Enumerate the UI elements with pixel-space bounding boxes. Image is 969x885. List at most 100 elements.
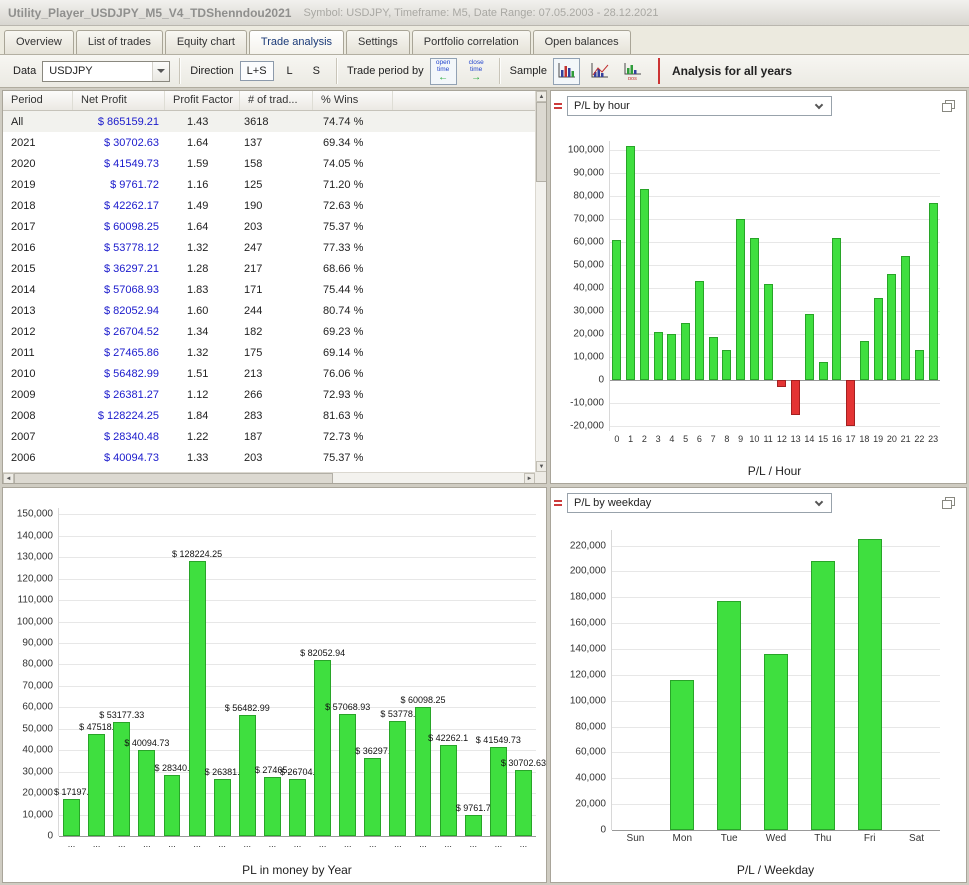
horizontal-scroll-thumb[interactable] xyxy=(14,473,333,484)
column-header-net-profit[interactable]: Net Profit xyxy=(73,91,165,110)
sample-chart-icon-2[interactable] xyxy=(586,58,613,85)
table-row-2010[interactable]: 2010$ 56482.991.5121376.06 % xyxy=(3,363,535,384)
pl-by-year-bar-16[interactable] xyxy=(465,815,482,836)
table-row-2016[interactable]: 2016$ 53778.121.3224777.33 % xyxy=(3,237,535,258)
copy-chart-button[interactable] xyxy=(938,494,958,512)
data-symbol-select[interactable]: USDJPY xyxy=(42,61,170,82)
pl-by-hour-bar-2[interactable] xyxy=(640,189,649,380)
pl-by-hour-bar-0[interactable] xyxy=(612,240,621,380)
pl-by-year-bar-5[interactable] xyxy=(189,561,206,836)
table-row-2014[interactable]: 2014$ 57068.931.8317175.44 % xyxy=(3,279,535,300)
pl-by-hour-bar-21[interactable] xyxy=(901,256,910,380)
column-header-period[interactable]: Period xyxy=(3,91,73,110)
pl-by-weekday-bar-2[interactable] xyxy=(717,601,741,830)
pl-by-hour-bar-12[interactable] xyxy=(777,380,786,387)
pl-by-year-bar-13[interactable] xyxy=(389,721,406,836)
open-time-button[interactable]: open time ← xyxy=(430,58,457,85)
table-vertical-scrollbar[interactable]: ▲ ▼ xyxy=(535,91,546,472)
table-row-2015[interactable]: 2015$ 36297.211.2821768.66 % xyxy=(3,258,535,279)
pl-by-hour-bar-3[interactable] xyxy=(654,332,663,380)
pl-by-year-bar-12[interactable] xyxy=(364,758,381,836)
table-row-2018[interactable]: 2018$ 42262.171.4919072.63 % xyxy=(3,195,535,216)
pl-by-hour-bar-20[interactable] xyxy=(887,274,896,380)
pl-by-hour-bar-10[interactable] xyxy=(750,238,759,381)
pl-by-hour-bar-5[interactable] xyxy=(681,323,690,381)
tab-list-of-trades[interactable]: List of trades xyxy=(76,30,163,54)
table-row-all[interactable]: All$ 865159.211.43361874.74 % xyxy=(3,111,535,132)
close-time-button[interactable]: close time → xyxy=(463,58,490,85)
pl-by-hour-bar-19[interactable] xyxy=(874,298,883,381)
direction-long-button[interactable]: L xyxy=(280,61,300,81)
pl-by-hour-bar-4[interactable] xyxy=(667,334,676,380)
direction-short-button[interactable]: S xyxy=(306,61,327,81)
sample-chart-icon-3[interactable]: pos xyxy=(619,58,646,85)
tab-overview[interactable]: Overview xyxy=(4,30,74,54)
table-row-2008[interactable]: 2008$ 128224.251.8428381.63 % xyxy=(3,405,535,426)
combo-arrow-button[interactable] xyxy=(152,62,169,81)
table-row-2006[interactable]: 2006$ 40094.731.3320375.37 % xyxy=(3,447,535,468)
pl-by-weekday-bar-3[interactable] xyxy=(764,654,788,830)
pl-by-hour-bar-16[interactable] xyxy=(832,238,841,381)
pl-by-hour-bar-8[interactable] xyxy=(722,350,731,380)
pl-by-year-bar-8[interactable] xyxy=(264,777,281,836)
tab-portfolio-correlation[interactable]: Portfolio correlation xyxy=(412,30,531,54)
pl-by-hour-bar-9[interactable] xyxy=(736,219,745,380)
pl-by-year-bar-6[interactable] xyxy=(214,779,231,836)
table-row-2007[interactable]: 2007$ 28340.481.2218772.73 % xyxy=(3,426,535,447)
pl-by-year-bar-7[interactable] xyxy=(239,715,256,836)
tab-trade-analysis[interactable]: Trade analysis xyxy=(249,30,344,54)
table-cell: 2013 xyxy=(3,305,73,317)
pl-by-hour-bar-6[interactable] xyxy=(695,281,704,380)
pl-by-year-bar-1[interactable] xyxy=(88,734,105,836)
scroll-up-button[interactable]: ▲ xyxy=(536,91,547,102)
pl-by-hour-bar-14[interactable] xyxy=(805,314,814,381)
pl-by-year-bar-11[interactable] xyxy=(339,714,356,836)
tab-equity-chart[interactable]: Equity chart xyxy=(165,30,247,54)
pl-by-weekday-bar-1[interactable] xyxy=(670,680,694,830)
pl-by-year-bar-10[interactable] xyxy=(314,660,331,836)
pl-by-year-bar-15[interactable] xyxy=(440,745,457,836)
pl-by-hour-bar-1[interactable] xyxy=(626,146,635,381)
pl-by-year-bar-4[interactable] xyxy=(164,775,181,836)
table-row-2012[interactable]: 2012$ 26704.521.3418269.23 % xyxy=(3,321,535,342)
pl-by-year-bar-0[interactable] xyxy=(63,799,80,836)
table-row-2020[interactable]: 2020$ 41549.731.5915874.05 % xyxy=(3,153,535,174)
pl-by-year-bar-3[interactable] xyxy=(138,750,155,836)
direction-long-short-button[interactable]: L+S xyxy=(240,61,274,81)
column-header-num-trades[interactable]: # of trad... xyxy=(240,91,313,110)
table-row-2013[interactable]: 2013$ 82052.941.6024480.74 % xyxy=(3,300,535,321)
pl-by-year-bar-18[interactable] xyxy=(515,770,532,836)
pl-by-year-bar-14[interactable] xyxy=(415,707,432,836)
table-horizontal-scrollbar[interactable]: ◄ ► xyxy=(3,472,535,483)
table-cell: 1.16 xyxy=(165,179,240,191)
table-row-2011[interactable]: 2011$ 27465.861.3217569.14 % xyxy=(3,342,535,363)
table-row-2019[interactable]: 2019$ 9761.721.1612571.20 % xyxy=(3,174,535,195)
column-header-profit-factor[interactable]: Profit Factor xyxy=(165,91,240,110)
hour-chart-type-select[interactable]: P/L by hour xyxy=(567,96,832,116)
vertical-scroll-thumb[interactable] xyxy=(536,102,547,182)
scroll-left-button[interactable]: ◄ xyxy=(3,473,14,484)
pl-by-hour-bar-22[interactable] xyxy=(915,350,924,380)
pl-by-hour-bar-23[interactable] xyxy=(929,203,938,380)
weekday-chart-type-select[interactable]: P/L by weekday xyxy=(567,493,832,513)
pl-by-hour-bar-18[interactable] xyxy=(860,341,869,380)
column-header-pct-wins[interactable]: % Wins xyxy=(313,91,393,110)
pl-by-hour-bar-7[interactable] xyxy=(709,337,718,381)
x-axis-tick-label: ... xyxy=(469,839,477,849)
table-row-2021[interactable]: 2021$ 30702.631.6413769.34 % xyxy=(3,132,535,153)
tab-settings[interactable]: Settings xyxy=(346,30,410,54)
pl-by-hour-bar-13[interactable] xyxy=(791,380,800,415)
table-row-2017[interactable]: 2017$ 60098.251.6420375.37 % xyxy=(3,216,535,237)
pl-by-hour-bar-15[interactable] xyxy=(819,362,828,380)
copy-chart-button[interactable] xyxy=(938,97,958,115)
scroll-down-button[interactable]: ▼ xyxy=(536,461,547,472)
pl-by-year-bar-9[interactable] xyxy=(289,779,306,836)
pl-by-weekday-bar-5[interactable] xyxy=(858,539,882,830)
sample-chart-icon-1[interactable] xyxy=(553,58,580,85)
pl-by-weekday-bar-4[interactable] xyxy=(811,561,835,830)
scroll-right-button[interactable]: ► xyxy=(524,473,535,484)
pl-by-hour-bar-17[interactable] xyxy=(846,380,855,426)
pl-by-hour-bar-11[interactable] xyxy=(764,284,773,381)
table-row-2009[interactable]: 2009$ 26381.271.1226672.93 % xyxy=(3,384,535,405)
tab-open-balances[interactable]: Open balances xyxy=(533,30,631,54)
